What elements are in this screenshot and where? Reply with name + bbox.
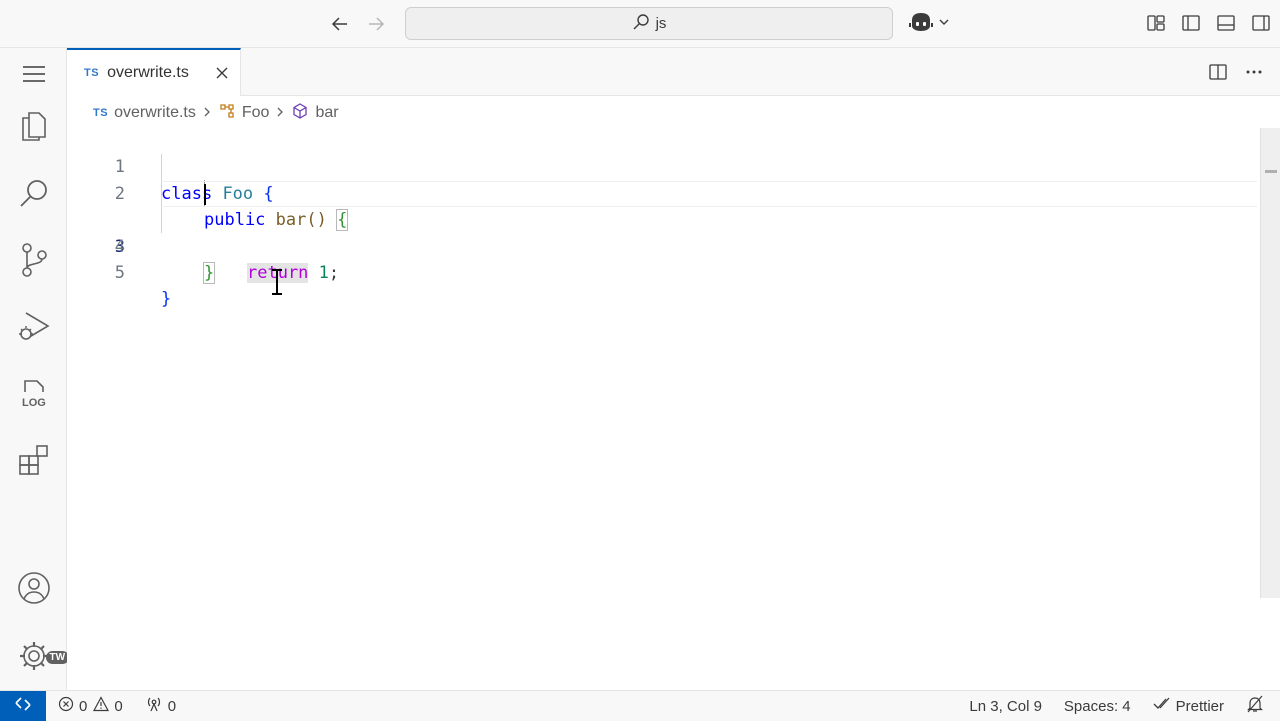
ports-count[interactable]: 0 (145, 696, 176, 716)
run-debug-button[interactable] (0, 300, 67, 356)
error-icon (58, 696, 74, 716)
toggle-primary-sidebar-icon[interactable] (1180, 12, 1202, 34)
code-editor[interactable]: 1 class Foo { 2 public bar() { 3 return … (67, 128, 1257, 309)
run-debug-icon (17, 309, 51, 348)
tab-title: overwrite.ts (107, 64, 189, 81)
activity-bar: LOG TW (0, 48, 70, 690)
chevron-right-icon (275, 105, 285, 121)
scrollbar-cursor-marker (1265, 170, 1277, 173)
toggle-secondary-sidebar-icon[interactable] (1250, 12, 1272, 34)
split-editor-icon[interactable] (1208, 62, 1228, 87)
chevron-right-icon (202, 105, 212, 121)
search-view-button[interactable] (0, 168, 67, 224)
class-symbol-icon (218, 102, 236, 125)
title-bar: js (0, 0, 1280, 48)
layout-controls (1145, 12, 1272, 34)
customize-layout-icon[interactable] (1145, 12, 1167, 34)
code-line[interactable]: 4 } (67, 207, 1257, 284)
method-symbol-icon (291, 102, 309, 125)
copilot-menu-button[interactable] (908, 11, 950, 37)
remote-indicator[interactable] (0, 691, 46, 721)
code-line[interactable]: 2 public bar() { (67, 154, 1257, 232)
account-icon (17, 571, 51, 610)
indentation-spaces[interactable]: Spaces: 4 (1064, 698, 1131, 715)
code-line[interactable]: 1 class Foo { (67, 128, 1257, 203)
matched-brace-token: } (202, 261, 216, 284)
accounts-button[interactable] (0, 562, 67, 618)
notifications-button[interactable] (1246, 695, 1264, 717)
editor-area[interactable]: TS overwrite.ts Foo bar 1 class Foo { 2 … (67, 96, 1280, 690)
broadcast-icon (145, 696, 163, 716)
bell-slash-icon (1246, 695, 1264, 717)
remote-icon (14, 695, 32, 717)
back-arrow-icon[interactable] (328, 12, 352, 36)
manage-button[interactable]: TW (0, 630, 70, 686)
command-center-search[interactable]: js (405, 7, 893, 40)
forward-arrow-icon[interactable] (364, 12, 388, 36)
cursor-position[interactable]: Ln 3, Col 9 (969, 698, 1042, 715)
copilot-icon (908, 11, 934, 38)
typescript-file-icon: TS (93, 107, 109, 119)
semicolon-token: ; (328, 263, 340, 283)
explorer-button[interactable] (0, 100, 67, 156)
code-line[interactable]: 5 } (67, 234, 1257, 309)
menu-button[interactable] (0, 48, 67, 104)
ports-value: 0 (167, 697, 177, 715)
more-actions-icon[interactable] (1244, 62, 1264, 87)
extensions-button[interactable] (0, 434, 67, 490)
current-line-highlight (161, 180, 1257, 208)
warning-icon (93, 696, 110, 716)
log-icon: LOG (20, 378, 48, 415)
text-cursor (204, 183, 206, 205)
search-icon (632, 13, 650, 35)
errors-count: 0 (58, 696, 87, 716)
breadcrumb-class[interactable]: Foo (242, 104, 270, 122)
brace-token: } (161, 289, 172, 310)
editor-tab-bar: TS overwrite.ts (67, 48, 1280, 96)
typescript-file-icon: TS (84, 67, 100, 79)
problems-status[interactable]: 0 0 0 (58, 691, 176, 721)
files-icon (19, 109, 49, 148)
errors-value: 0 (79, 697, 88, 715)
toggle-panel-icon[interactable] (1215, 12, 1237, 34)
tab-overwrite-ts[interactable]: TS overwrite.ts (67, 48, 241, 96)
number-token: 1 (318, 263, 329, 283)
status-bar: 0 0 0 Ln 3, Col 9 Spaces: 4 Prettier (0, 690, 1280, 721)
double-check-icon (1153, 697, 1171, 715)
source-control-button[interactable] (0, 234, 67, 290)
command-center-text: js (655, 15, 667, 32)
line-number: 5 (114, 262, 125, 283)
editor-actions (1208, 62, 1264, 87)
breadcrumb: TS overwrite.ts Foo bar (93, 102, 339, 124)
breadcrumb-file[interactable]: overwrite.ts (114, 104, 196, 122)
chevron-down-icon (938, 15, 950, 33)
warnings-count: 0 (93, 696, 123, 716)
hamburger-menu-icon (22, 65, 46, 88)
ibeam-cursor-icon (270, 268, 284, 301)
gear-icon: TW (17, 639, 70, 678)
formatter-status[interactable]: Prettier (1153, 697, 1224, 715)
close-icon[interactable] (214, 65, 230, 81)
status-right-items: Ln 3, Col 9 Spaces: 4 Prettier (969, 691, 1264, 721)
extensions-icon (17, 443, 51, 482)
breadcrumb-method[interactable]: bar (315, 104, 338, 122)
account-badge: TW (45, 650, 70, 664)
vertical-scrollbar[interactable] (1260, 128, 1280, 598)
search-icon (18, 178, 50, 215)
warnings-value: 0 (114, 697, 123, 715)
source-control-icon (19, 242, 49, 283)
formatter-label: Prettier (1175, 697, 1224, 715)
output-log-button[interactable]: LOG (0, 368, 67, 424)
svg-text:LOG: LOG (22, 397, 46, 409)
code-line-current[interactable]: 3 return 1; (67, 180, 1257, 283)
